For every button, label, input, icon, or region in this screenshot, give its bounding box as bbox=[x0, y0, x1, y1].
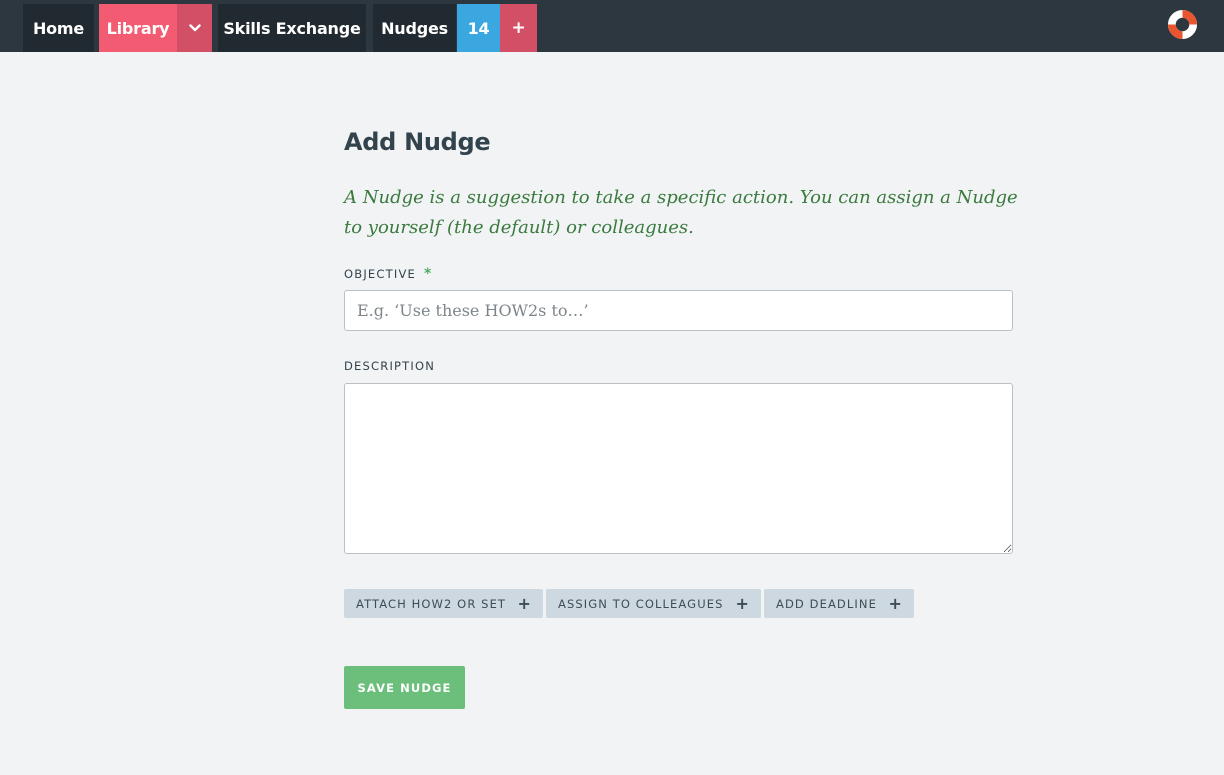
nav-library[interactable]: Library bbox=[99, 4, 177, 52]
lifebuoy-icon[interactable] bbox=[1167, 9, 1198, 40]
save-nudge-button[interactable]: SAVE NUDGE bbox=[344, 666, 465, 709]
library-dropdown-toggle[interactable] bbox=[177, 4, 212, 52]
add-deadline-button[interactable]: ADD DEADLINE + bbox=[764, 589, 914, 618]
nudges-count-badge[interactable]: 14 bbox=[457, 4, 500, 52]
objective-label-text: OBJECTIVE bbox=[344, 267, 416, 281]
attach-how2-label: ATTACH HOW2 OR SET bbox=[356, 596, 507, 611]
page-title: Add Nudge bbox=[344, 128, 491, 156]
intro-text: A Nudge is a suggestion to take a specif… bbox=[344, 187, 1018, 238]
description-label: DESCRIPTION bbox=[344, 359, 435, 373]
chevron-down-icon bbox=[188, 24, 201, 32]
plus-icon: + bbox=[888, 594, 903, 613]
plus-icon: + bbox=[517, 594, 532, 613]
description-textarea[interactable] bbox=[344, 383, 1013, 554]
nav-home-label: Home bbox=[32, 18, 85, 38]
assign-colleagues-label: ASSIGN TO COLLEAGUES bbox=[558, 596, 724, 611]
nudges-count: 14 bbox=[467, 18, 490, 38]
plus-icon: + bbox=[735, 594, 750, 613]
objective-input[interactable] bbox=[344, 290, 1013, 331]
description-label-text: DESCRIPTION bbox=[344, 359, 436, 373]
add-nudge-nav-button[interactable]: + bbox=[500, 4, 537, 52]
nav-home[interactable]: Home bbox=[23, 4, 94, 52]
attach-how2-button[interactable]: ATTACH HOW2 OR SET + bbox=[344, 589, 543, 618]
assign-colleagues-button[interactable]: ASSIGN TO COLLEAGUES + bbox=[546, 589, 761, 618]
add-deadline-label: ADD DEADLINE bbox=[776, 596, 877, 611]
plus-icon: + bbox=[511, 18, 526, 38]
nav-skills-exchange[interactable]: Skills Exchange bbox=[218, 4, 366, 52]
objective-label: OBJECTIVE * bbox=[344, 266, 433, 282]
nav-nudges-label: Nudges bbox=[381, 18, 448, 38]
nav-library-label: Library bbox=[106, 18, 170, 38]
nav-skills-exchange-label: Skills Exchange bbox=[223, 18, 361, 38]
nav-nudges[interactable]: Nudges bbox=[373, 4, 456, 52]
required-asterisk: * bbox=[423, 266, 433, 282]
top-navigation-bar: Home Library Skills Exchange Nudges 14 + bbox=[0, 0, 1224, 52]
